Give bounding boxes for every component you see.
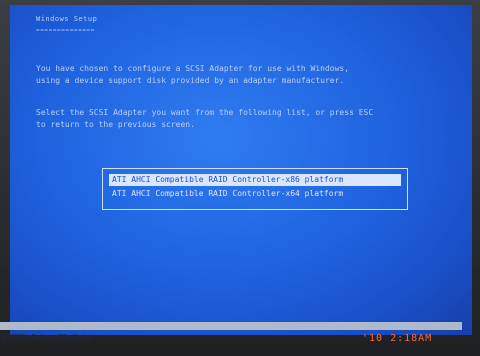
- adapter-option-x64[interactable]: ATI AHCI Compatible RAID Controller-x64 …: [109, 188, 401, 200]
- scsi-adapter-list[interactable]: ATI AHCI Compatible RAID Controller-x86 …: [102, 168, 408, 210]
- instruction-paragraph-2: Select the SCSI Adapter you want from th…: [36, 108, 374, 129]
- setup-screen: Windows Setup ============== You have ch…: [10, 5, 472, 335]
- status-enter-select: ENTER=Select: [2, 333, 60, 342]
- setup-title-underline: ==============: [36, 27, 95, 34]
- status-f3-exit: F3=Exit: [58, 333, 92, 342]
- setup-title: Windows Setup: [36, 15, 98, 23]
- adapter-option-x86[interactable]: ATI AHCI Compatible RAID Controller-x86 …: [109, 174, 401, 186]
- status-bar-background: [0, 322, 462, 330]
- instruction-paragraph-1: You have chosen to configure a SCSI Adap…: [36, 64, 350, 85]
- camera-timestamp: '10 2:18AM: [362, 333, 433, 344]
